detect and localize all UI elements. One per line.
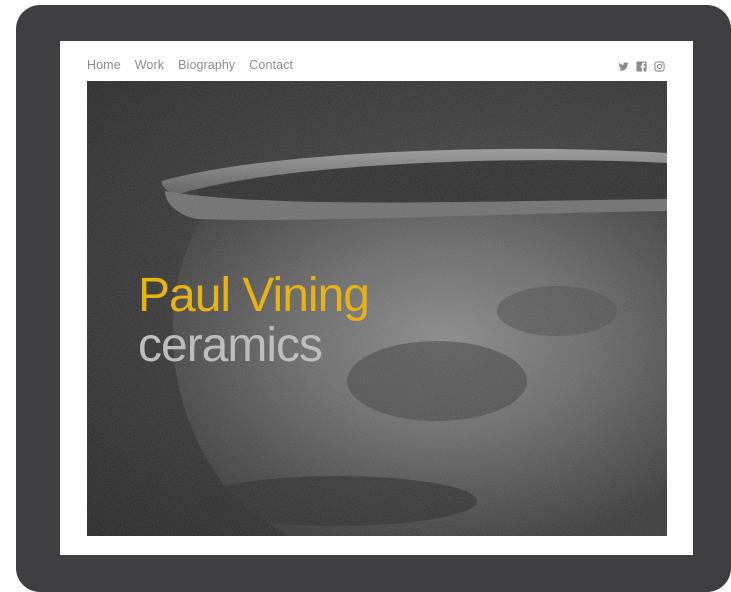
hero-image: Paul Vining ceramics: [87, 81, 667, 536]
facebook-icon[interactable]: [636, 59, 647, 72]
instagram-icon[interactable]: [654, 59, 665, 72]
hero-title: Paul Vining: [138, 269, 370, 322]
social-links: [618, 59, 665, 72]
hero-headline: Paul Vining ceramics: [138, 269, 370, 372]
twitter-icon[interactable]: [618, 59, 629, 71]
hero-subtitle: ceramics: [138, 319, 323, 372]
nav-contact[interactable]: Contact: [249, 58, 293, 72]
nav-work[interactable]: Work: [135, 58, 164, 72]
main-nav: Home Work Biography Contact: [87, 58, 293, 72]
nav-home[interactable]: Home: [87, 58, 121, 72]
nav-biography[interactable]: Biography: [178, 58, 235, 72]
website-screen: Home Work Biography Contact Paul Vining …: [60, 41, 693, 555]
